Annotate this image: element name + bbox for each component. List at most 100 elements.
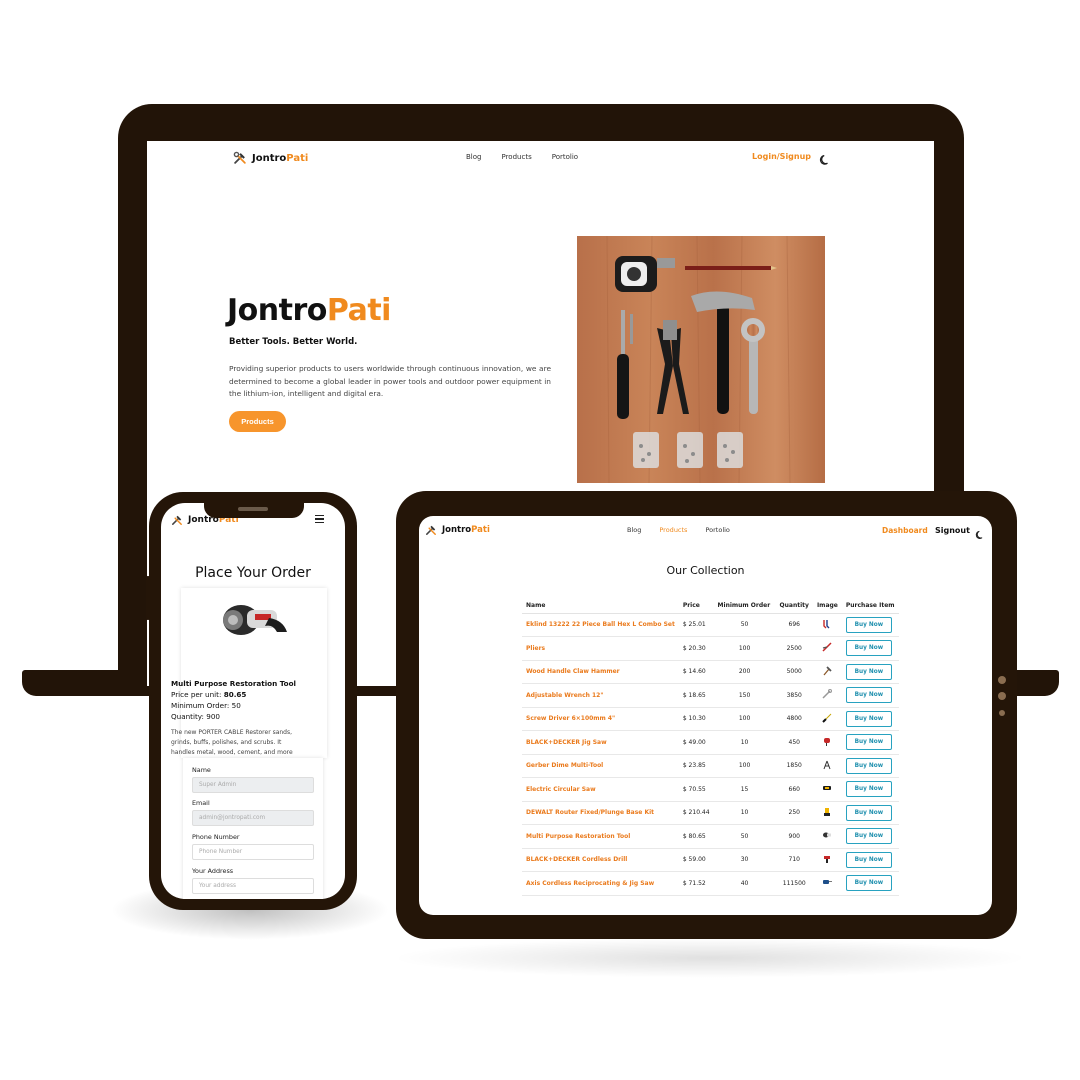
product-price: $ 49.00 [678,730,714,755]
restoration-tool-image [211,596,291,646]
buy-now-button[interactable]: Buy Now [845,687,892,704]
phone-notch [204,498,304,518]
signout-link[interactable]: Signout [935,526,970,535]
table-row: BLACK+DECKER Cordless Drill $ 59.00 30 710 B… [522,848,899,872]
nav-links: Blog Products Portolio [627,526,730,534]
product-name-link[interactable]: Adjustable Wrench 12" [522,683,679,708]
purchase-cell: Buy Now [841,777,899,802]
nav-link-blog[interactable]: Blog [627,526,641,534]
product-price: $ 25.01 [678,613,714,637]
buy-now-button[interactable]: Buy Now [845,710,892,727]
purchase-cell: Buy Now [841,824,899,849]
purchase-cell: Buy Now [841,801,899,825]
buy-now-button[interactable]: Buy Now [845,616,892,633]
product-name-link[interactable]: Pliers [522,636,679,661]
products-button[interactable]: Products [229,411,286,432]
column-header: Quantity [775,598,813,614]
table-header-row: Name Price Minimum Order Quantity Image … [522,598,899,614]
brand-prefix: Jontro [252,152,287,164]
product-image-cell [812,707,842,731]
nav-link-blog[interactable]: Blog [466,153,481,161]
brand-suffix: Pati [471,525,490,535]
nav-link-portfolio[interactable]: Portolio [705,526,729,534]
table-row: Gerber Dime Multi-Tool $ 23.85 100 1850 Buy … [522,754,899,778]
router-icon [822,807,832,817]
product-name-link[interactable]: BLACK+DECKER Jig Saw [522,730,679,755]
page-title: Place Your Order [195,565,311,581]
nav-link-products[interactable]: Products [501,153,531,161]
wrench-icon [822,689,833,699]
nav-link-portfolio[interactable]: Portolio [552,153,578,161]
brand-prefix: Jontro [442,525,472,535]
buy-now-button[interactable]: Buy Now [845,851,892,868]
hero-title-prefix: Jontro [227,293,327,328]
purchase-cell: Buy Now [841,848,899,872]
login-signup-link[interactable]: Login/Signup [752,152,811,161]
buy-now-button[interactable]: Buy Now [845,640,892,657]
table-row: DEWALT Router Fixed/Plunge Base Kit $ 210… [522,801,899,825]
moon-icon[interactable] [975,525,985,539]
product-quantity: 450 [775,730,813,755]
collection-title: Our Collection [666,564,745,577]
product-quantity: 660 [775,777,813,802]
email-field[interactable]: admin@jontropati.com [192,810,314,826]
product-name-link[interactable]: Eklind 13222 22 Piece Ball Hex L Combo S… [522,613,679,637]
multitool-icon [822,760,832,770]
nav-link-products[interactable]: Products [659,526,687,534]
price-label: Price per unit: [171,690,222,699]
product-min-order: 100 [713,707,776,731]
moon-icon[interactable] [819,151,831,165]
hero-description: Providing superior products to users wor… [229,364,551,398]
product-image-cell [812,683,842,708]
product-name-link[interactable]: Electric Circular Saw [522,777,679,802]
product-name-link[interactable]: Screw Driver 6×100mm 4" [522,707,679,731]
product-name-link[interactable]: Gerber Dime Multi-Tool [522,754,679,778]
product-min-order: Minimum Order: 50 [171,701,241,710]
tablet-sensor [998,692,1006,700]
hero-title-suffix: Pati [326,293,392,328]
product-price: $ 70.55 [678,777,714,802]
buy-now-button[interactable]: Buy Now [845,757,892,774]
product-min-order: 30 [713,848,776,872]
restoration-tool-icon [822,830,832,840]
table-row: Pliers $ 20.30 100 2500 Buy Now [522,636,899,661]
product-price: Price per unit: 80.65 [171,690,246,699]
product-min-order: 100 [713,754,776,778]
product-quantity: 1850 [775,754,813,778]
product-image-cell [812,848,842,872]
product-min-order: 40 [713,871,776,896]
hex-key-icon [822,619,832,629]
product-image-cell [812,636,842,661]
product-name-link[interactable]: Wood Handle Claw Hammer [522,660,679,684]
product-price: $ 80.65 [678,824,714,849]
buy-now-button[interactable]: Buy Now [845,734,892,751]
buy-now-button[interactable]: Buy Now [845,875,892,892]
purchase-cell: Buy Now [841,613,899,637]
product-name-link[interactable]: DEWALT Router Fixed/Plunge Base Kit [522,801,679,825]
phone-number-field[interactable]: Phone Number [192,844,314,860]
email-label: Email [192,799,210,807]
product-name-link[interactable]: BLACK+DECKER Cordless Drill [522,848,679,872]
brand-suffix: Pati [286,152,309,164]
product-min-order: 10 [713,801,776,825]
buy-now-button[interactable]: Buy Now [845,781,892,798]
tools-icon [171,514,183,526]
name-field[interactable]: Super Admin [192,777,314,793]
buy-now-button[interactable]: Buy Now [845,804,892,821]
product-price: $ 20.30 [678,636,714,661]
address-field[interactable]: Your address [192,878,314,894]
product-name-link[interactable]: Axis Cordless Reciprocating & Jig Saw [522,871,679,896]
price-value: 80.65 [223,690,247,699]
product-quantity: 4800 [775,707,813,731]
brand-logo[interactable]: Jontro Pati [425,524,490,536]
product-image-cell [812,824,842,849]
buy-now-button[interactable]: Buy Now [845,663,892,680]
product-price: $ 10.30 [678,707,714,731]
brand-logo[interactable]: Jontro Pati [233,151,308,165]
dashboard-link[interactable]: Dashboard [882,526,928,535]
buy-now-button[interactable]: Buy Now [845,828,892,845]
product-quantity: 5000 [775,660,813,684]
product-name-link[interactable]: Multi Purpose Restoration Tool [522,824,679,849]
tablet-shadow [390,938,1030,978]
hamburger-menu-icon[interactable] [315,515,324,524]
